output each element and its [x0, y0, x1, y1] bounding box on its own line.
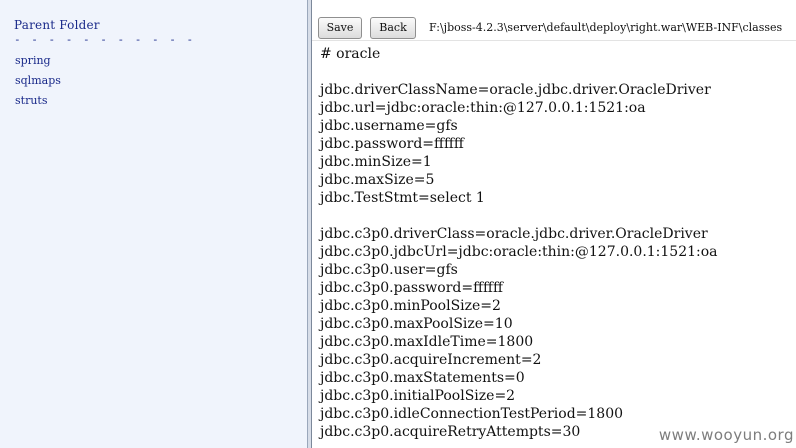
watermark: www.wooyun.org [658, 426, 794, 444]
folder-item-spring[interactable]: spring [15, 53, 61, 73]
folder-sidebar: Parent Folder - - - - - - - - - - - spri… [0, 0, 308, 448]
folder-item-struts[interactable]: struts [15, 93, 61, 113]
parent-folder-link[interactable]: Parent Folder [14, 18, 100, 32]
editor-pane: Save Back F:\jboss-4.2.3\server\default\… [312, 0, 796, 448]
sidebar-separator: - - - - - - - - - - - [14, 33, 196, 46]
file-content-editor[interactable]: # oracle jdbc.driverClassName=oracle.jdb… [320, 45, 796, 441]
editor-toolbar: Save Back F:\jboss-4.2.3\server\default\… [312, 0, 796, 41]
file-path: F:\jboss-4.2.3\server\default\deploy\rig… [429, 21, 783, 34]
file-browser-window: Parent Folder - - - - - - - - - - - spri… [0, 0, 796, 448]
folder-item-sqlmaps[interactable]: sqlmaps [15, 73, 61, 93]
folder-list: spring sqlmaps struts [15, 53, 61, 113]
back-button[interactable]: Back [370, 17, 416, 39]
save-button[interactable]: Save [318, 17, 362, 39]
